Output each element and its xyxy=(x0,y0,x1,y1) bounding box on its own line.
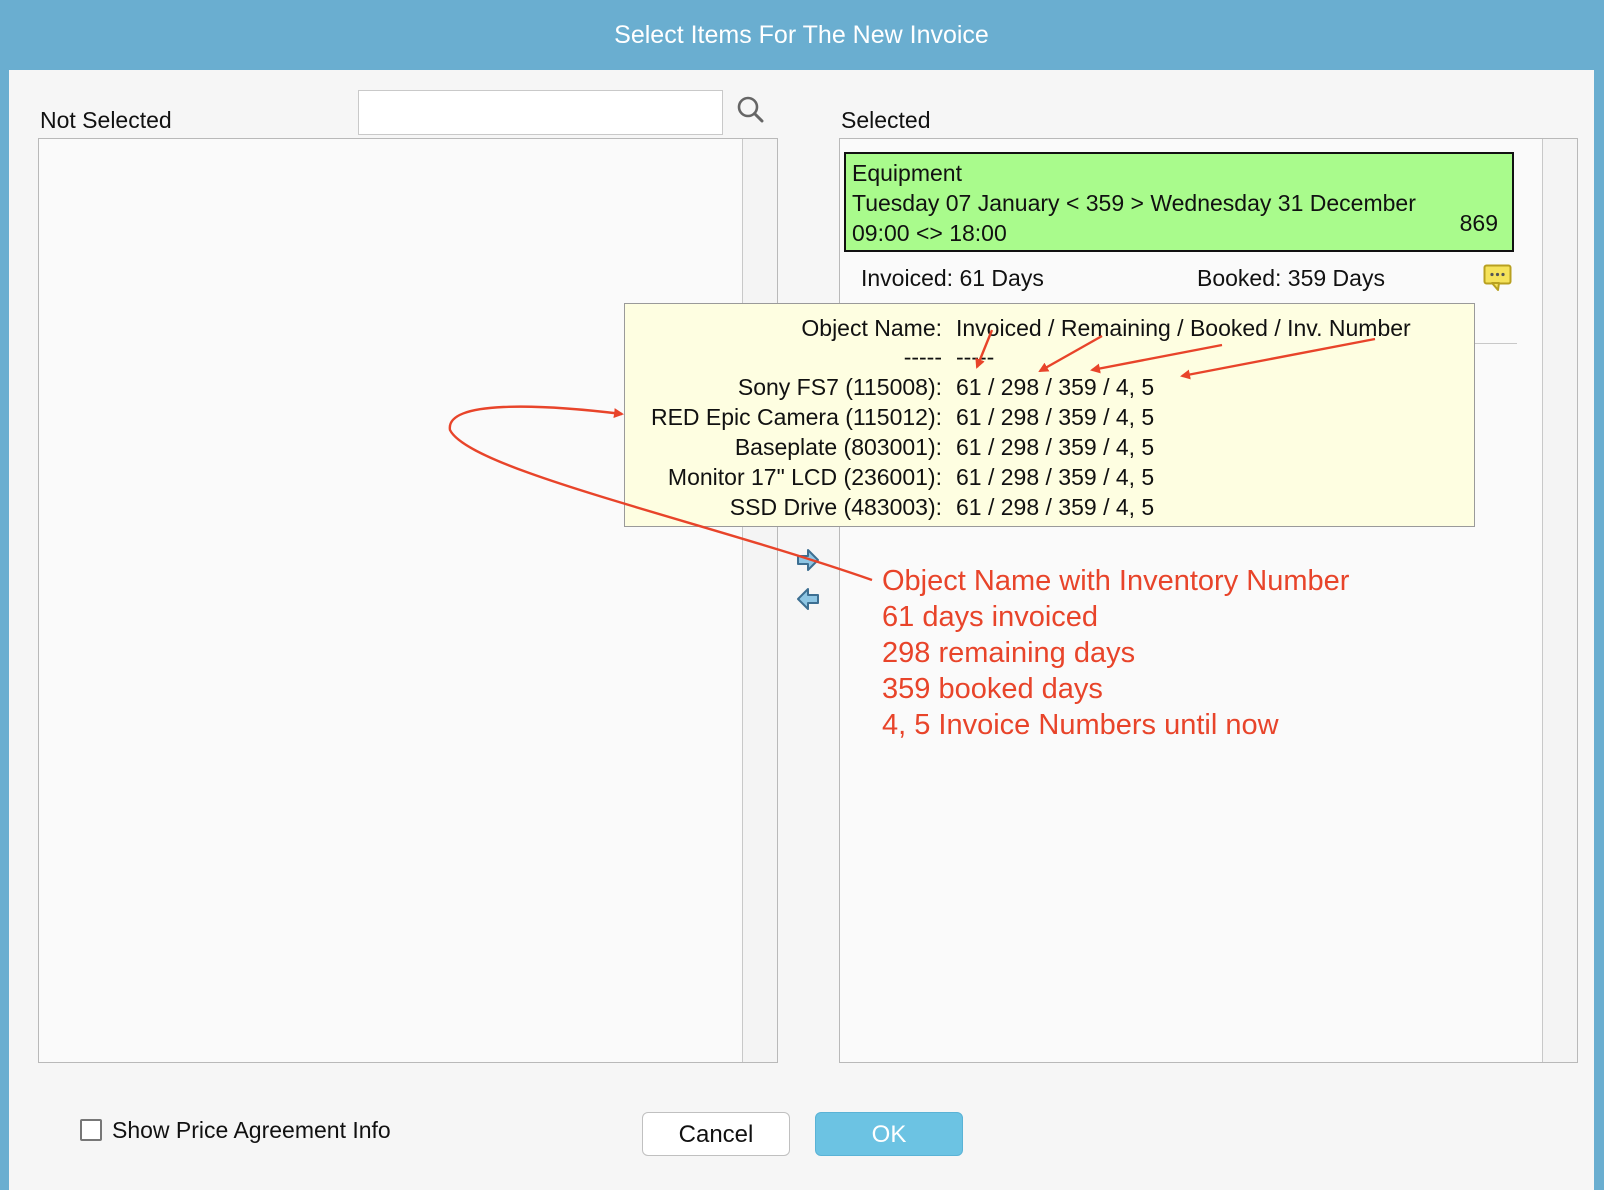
tooltip-header: Object Name: Invoiced / Remaining / Book… xyxy=(625,315,1474,345)
booking-time-range: 09:00 <> 18:00 xyxy=(852,220,1007,246)
tooltip-row-name: RED Epic Camera (115012): xyxy=(650,404,942,430)
booking-date-range: Tuesday 07 January < 359 > Wednesday 31 … xyxy=(852,190,1416,216)
not-selected-label: Not Selected xyxy=(40,107,172,133)
item-tooltip: Object Name: Invoiced / Remaining / Book… xyxy=(624,303,1475,527)
search-button[interactable] xyxy=(733,92,769,130)
not-selected-list[interactable] xyxy=(38,138,778,1063)
search-icon xyxy=(737,96,764,123)
not-selected-scrollbar[interactable] xyxy=(742,139,777,1062)
comment-icon xyxy=(1483,264,1512,291)
selected-scrollbar[interactable] xyxy=(1542,139,1577,1062)
tooltip-row: Baseplate (803001): 61 / 298 / 359 / 4, … xyxy=(625,434,1474,464)
arrow-left-icon xyxy=(797,588,819,610)
annotation-text: Object Name with Inventory Number 61 day… xyxy=(882,563,1349,743)
tooltip-header-name: Object Name: xyxy=(801,315,942,341)
tooltip-header-values: Invoiced / Remaining / Booked / Inv. Num… xyxy=(956,315,1411,341)
booked-days: Booked: 359 Days xyxy=(1197,265,1385,291)
tooltip-divider: ----- ----- xyxy=(625,344,1474,374)
move-left-button[interactable] xyxy=(795,586,821,612)
tooltip-divider-name: ----- xyxy=(903,344,942,370)
booking-category: Equipment xyxy=(852,160,962,186)
move-right-button[interactable] xyxy=(795,547,821,573)
tooltip-row: Sony FS7 (115008): 61 / 298 / 359 / 4, 5 xyxy=(625,374,1474,404)
annotation-line: 4, 5 Invoice Numbers until now xyxy=(882,709,1279,741)
tooltip-row: RED Epic Camera (115012): 61 / 298 / 359… xyxy=(625,404,1474,434)
tooltip-row-values: 61 / 298 / 359 / 4, 5 xyxy=(956,404,1155,430)
tooltip-row-values: 61 / 298 / 359 / 4, 5 xyxy=(956,494,1155,520)
annotation-line: 359 booked days xyxy=(882,673,1103,705)
booking-card[interactable]: Equipment Tuesday 07 January < 359 > Wed… xyxy=(844,152,1514,252)
window-title: Select Items For The New Invoice xyxy=(9,0,1594,70)
tooltip-row: Monitor 17" LCD (236001): 61 / 298 / 359… xyxy=(625,464,1474,494)
cancel-button[interactable]: Cancel xyxy=(642,1112,790,1156)
search-input[interactable] xyxy=(358,90,723,135)
annotation-line: Object Name with Inventory Number xyxy=(882,565,1350,597)
selected-label: Selected xyxy=(841,107,931,133)
invoiced-days: Invoiced: 61 Days xyxy=(861,265,1044,291)
annotation-line: 61 days invoiced xyxy=(882,601,1099,633)
tooltip-row-values: 61 / 298 / 359 / 4, 5 xyxy=(956,464,1155,490)
tooltip-row-name: SSD Drive (483003): xyxy=(729,494,942,520)
annotation-line: 298 remaining days xyxy=(882,637,1136,669)
tooltip-divider-values: ----- xyxy=(956,344,995,370)
booking-number: 869 xyxy=(1459,210,1498,236)
tooltip-row: SSD Drive (483003): 61 / 298 / 359 / 4, … xyxy=(625,494,1474,524)
tooltip-row-values: 61 / 298 / 359 / 4, 5 xyxy=(956,434,1155,460)
price-agreement-checkbox[interactable] xyxy=(80,1119,102,1141)
ok-button[interactable]: OK xyxy=(815,1112,963,1156)
comment-button[interactable] xyxy=(1483,264,1512,291)
tooltip-row-values: 61 / 298 / 359 / 4, 5 xyxy=(956,374,1155,400)
tooltip-row-name: Baseplate (803001): xyxy=(734,434,942,460)
tooltip-row-name: Monitor 17" LCD (236001): xyxy=(667,464,942,490)
arrow-right-icon xyxy=(797,549,819,571)
price-agreement-label: Show Price Agreement Info xyxy=(112,1117,391,1143)
tooltip-row-name: Sony FS7 (115008): xyxy=(737,374,942,400)
